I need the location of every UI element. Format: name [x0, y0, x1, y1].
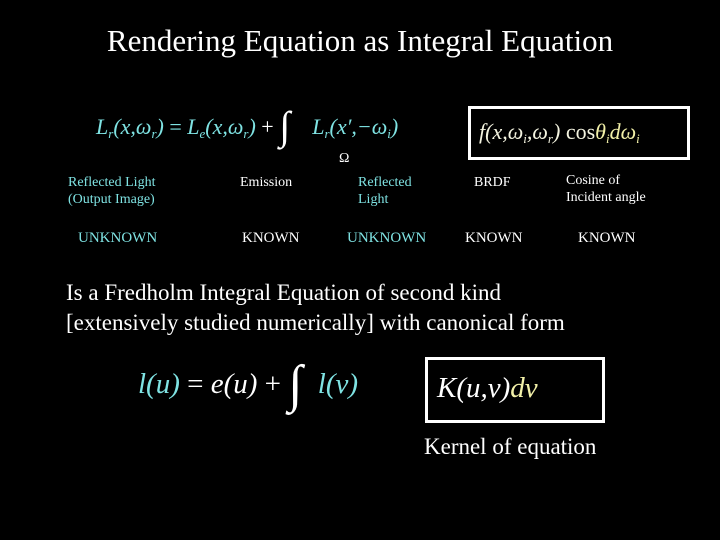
body-paragraph-line1: Is a Fredholm Integral Equation of secon… — [66, 280, 501, 305]
theta-symbol: θ — [595, 119, 606, 144]
page-title: Rendering Equation as Integral Equation — [106, 23, 614, 58]
eq-plus-sign: + — [255, 114, 280, 139]
body-paragraph-line2: [extensively studied numerically] with c… — [66, 310, 565, 335]
kernel-differential-dv: dv — [510, 372, 538, 404]
eq-emission-L: L — [187, 114, 200, 139]
differential-omega-subscript: i — [636, 130, 640, 146]
eq-radiance-close-paren: ) — [390, 114, 399, 139]
label-brdf: BRDF — [474, 174, 511, 191]
integral-domain-omega: Ω — [339, 151, 350, 166]
label-reflected-light-output: Reflected Light (Output Image) — [68, 174, 155, 208]
canonical-equation: l(u) = e(u) + ∫ l(v) — [138, 359, 359, 411]
canonical-e-of-u: e(u) — [210, 368, 258, 400]
brdf-args-open: (x,ω — [485, 119, 524, 144]
eq-equals-sign: = — [163, 114, 188, 139]
eq-emission-args: (x,ω — [205, 114, 244, 139]
label-brdf-line1: BRDF — [474, 175, 511, 190]
label-reflected-light-line2: Light — [358, 192, 389, 207]
canonical-equals-sign: = — [179, 368, 211, 400]
label-cosine-line1: Cosine of — [566, 173, 621, 188]
canonical-l-of-v: l(v) — [310, 368, 359, 400]
eq-lhs-close-paren: ) — [156, 114, 164, 139]
kernel-term-box: K(u,v)dv — [425, 357, 605, 423]
eq-emission-close-paren: ) — [248, 114, 256, 139]
label-cosine-line2: Incident angle — [566, 190, 646, 205]
rendering-equation-expression: Lr(x,ωr) = Le(x,ωr) + ∫ Lr(x′,−ωi) — [96, 106, 399, 146]
eq-lhs-L: L — [96, 114, 109, 139]
body-paragraph: Is a Fredholm Integral Equation of secon… — [66, 278, 706, 338]
status-badge-known-emission: KNOWN — [242, 230, 300, 246]
label-reflected-light: Reflected Light — [358, 174, 412, 208]
eq-radiance-args: (x′,−ω — [329, 114, 388, 139]
brdf-term-box: f(x,ωi,ωr) cosθidωi — [468, 106, 690, 160]
label-emission-line1: Emission — [240, 175, 293, 190]
label-reflected-light-output-line1: Reflected Light — [68, 175, 156, 190]
integral-sign-icon: ∫ — [279, 103, 291, 148]
brdf-term-expression: f(x,ωi,ωr) cosθidωi — [479, 119, 640, 147]
canonical-l-of-u: l(u) — [138, 368, 180, 400]
differential-d: d — [609, 119, 621, 144]
kernel-caption: Kernel of equation — [424, 434, 597, 459]
canonical-plus-sign: + — [257, 368, 289, 400]
label-cosine-incident-angle: Cosine of Incident angle — [566, 172, 646, 206]
status-badge-known-cosine: KNOWN — [578, 230, 636, 246]
differential-omega: ω — [620, 119, 637, 144]
kernel-K-symbol: K(u,v) — [437, 372, 511, 404]
kernel-term-expression: K(u,v)dv — [437, 372, 538, 405]
slide-canvas: Rendering Equation as Integral Equation … — [0, 0, 720, 540]
label-reflected-light-line1: Reflected — [358, 175, 412, 190]
canonical-integral-sign-icon: ∫ — [288, 356, 303, 413]
label-reflected-light-output-line2: (Output Image) — [68, 192, 155, 207]
eq-lhs-args: (x,ω — [113, 114, 152, 139]
eq-radiance-L: L — [312, 114, 325, 139]
brdf-args-mid: ,ω — [526, 119, 548, 144]
status-badge-unknown-incoming: UNKNOWN — [347, 230, 427, 246]
label-emission: Emission — [240, 174, 292, 191]
status-badge-known-brdf: KNOWN — [465, 230, 523, 246]
status-badge-unknown-reflected: UNKNOWN — [78, 230, 158, 246]
cosine-operator: cos — [560, 119, 596, 144]
